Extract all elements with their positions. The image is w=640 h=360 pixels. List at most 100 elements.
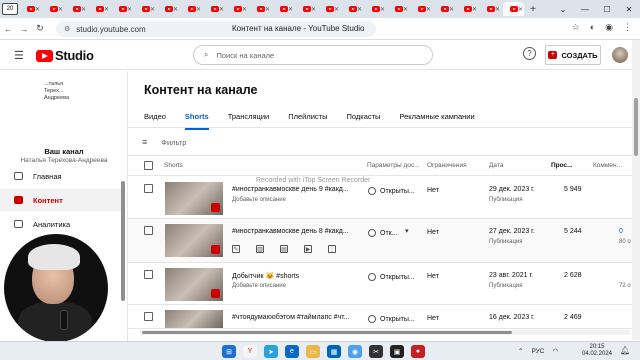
channel-search-input[interactable]: ⌕ Поиск на канале bbox=[193, 45, 433, 65]
video-thumbnail[interactable] bbox=[165, 224, 223, 257]
telegram-icon[interactable]: ➤ bbox=[264, 345, 278, 358]
sidebar-item-content[interactable]: Контент bbox=[0, 189, 124, 211]
close-tab-icon[interactable]: ✕ bbox=[265, 6, 270, 13]
video-title[interactable]: #иностранкавмоскве день 8 #какд... bbox=[232, 228, 349, 235]
chrome-icon[interactable]: ◉ bbox=[348, 345, 362, 358]
close-tab-icon[interactable]: ✕ bbox=[380, 6, 385, 13]
browser-tab[interactable]: ✕ bbox=[250, 2, 271, 16]
tray-chevron-icon[interactable]: ⌃ bbox=[518, 347, 523, 355]
windows-start-icon[interactable]: ⊞ bbox=[222, 345, 236, 358]
filter-icon[interactable]: ≡ bbox=[142, 137, 147, 147]
column-header-shorts[interactable]: Shorts bbox=[164, 162, 183, 169]
browser-tab[interactable]: ✕ bbox=[273, 2, 294, 16]
close-tab-icon[interactable]: ✕ bbox=[426, 6, 431, 13]
yandex-browser-icon[interactable]: Y bbox=[243, 345, 257, 358]
page-scrollbar-thumb[interactable] bbox=[634, 98, 638, 156]
browser-tab[interactable]: ✕ bbox=[181, 2, 202, 16]
youtube-view-icon[interactable]: ▶ bbox=[304, 245, 312, 253]
extensions-icon[interactable]: ◐ bbox=[590, 22, 595, 33]
close-tab-icon[interactable]: ✕ bbox=[472, 6, 477, 13]
video-title[interactable]: Добытчик 🐱 #shorts bbox=[232, 272, 299, 280]
column-header-visibility[interactable]: Параметры дос... bbox=[367, 162, 420, 169]
reload-icon[interactable]: ↻ bbox=[32, 23, 48, 34]
video-title[interactable]: #чтоядумаюобэтом #таймлапс #чт... bbox=[232, 314, 350, 321]
row-checkbox[interactable] bbox=[144, 184, 153, 193]
new-tab-button[interactable]: + bbox=[526, 4, 540, 15]
browser-tab[interactable]: ✕ bbox=[388, 2, 409, 16]
close-tab-icon[interactable]: ✕ bbox=[357, 6, 362, 13]
close-tab-icon[interactable]: ✕ bbox=[242, 6, 247, 13]
close-tab-icon[interactable]: ✕ bbox=[495, 6, 500, 13]
browser-tab[interactable]: ✕ bbox=[43, 2, 64, 16]
close-tab-icon[interactable]: ✕ bbox=[518, 6, 523, 13]
tab-search-icon[interactable]: ⌄ bbox=[552, 0, 574, 18]
browser-tab[interactable]: ✕ bbox=[457, 2, 478, 16]
visibility-cell[interactable]: Открыты... bbox=[368, 273, 415, 281]
video-thumbnail[interactable] bbox=[165, 268, 223, 301]
table-row[interactable]: #чтоядумаюобэтом #таймлапс #чт... Открыт… bbox=[128, 305, 632, 329]
capcut-icon[interactable]: ✂ bbox=[369, 345, 383, 358]
table-row[interactable]: #иностранкавмоскве день 9 #какд... Добав… bbox=[128, 177, 632, 219]
menu-dots-icon[interactable]: ⋮ bbox=[623, 22, 632, 33]
bookmark-star-icon[interactable]: ☆ bbox=[572, 22, 580, 33]
tab-counter[interactable]: 20 bbox=[2, 3, 18, 15]
column-header-comments[interactable]: Коммен... bbox=[593, 162, 622, 169]
close-tab-icon[interactable]: ✕ bbox=[35, 6, 40, 13]
browser-tab[interactable]: ✕ bbox=[434, 2, 455, 16]
browser-tab[interactable]: ✕ bbox=[20, 2, 41, 16]
video-thumbnail[interactable] bbox=[165, 182, 223, 215]
comments-icon[interactable]: ▤ bbox=[280, 245, 288, 253]
video-thumbnail[interactable] bbox=[165, 310, 223, 328]
row-checkbox[interactable] bbox=[144, 226, 153, 235]
browser-tab[interactable]: ✕ bbox=[66, 2, 87, 16]
close-tab-icon[interactable]: ✕ bbox=[104, 6, 109, 13]
minimize-icon[interactable]: — bbox=[574, 0, 596, 18]
row-checkbox[interactable] bbox=[144, 312, 153, 321]
scrollbar-thumb[interactable] bbox=[142, 331, 512, 334]
sidebar-item-dashboard[interactable]: Главная bbox=[0, 165, 124, 187]
channel-avatar-alt-text[interactable]: ...талья Терех... Андреева bbox=[44, 81, 84, 102]
taskbar-clock[interactable]: 20:15 04.02.2024 bbox=[580, 344, 614, 358]
browser-tab[interactable]: ✕ bbox=[112, 2, 133, 16]
file-explorer-icon[interactable]: ▭ bbox=[306, 345, 320, 358]
browser-tab-active[interactable]: ✕ bbox=[503, 2, 524, 16]
select-all-checkbox[interactable] bbox=[144, 161, 153, 170]
sidebar-item-analytics[interactable]: Аналитика bbox=[0, 213, 124, 235]
site-info-icon[interactable]: ⚙ bbox=[64, 25, 70, 33]
more-options-icon[interactable]: ⋮ bbox=[328, 245, 336, 253]
filter-bar[interactable]: ≡ Фильтр bbox=[142, 137, 186, 147]
recorder-app-icon[interactable]: ● bbox=[411, 345, 425, 358]
comments-count[interactable]: 0 bbox=[619, 228, 623, 235]
browser-tab[interactable]: ✕ bbox=[227, 2, 248, 16]
horizontal-scrollbar[interactable] bbox=[140, 330, 632, 335]
column-header-views[interactable]: Прос... bbox=[551, 162, 573, 169]
close-tab-icon[interactable]: ✕ bbox=[449, 6, 454, 13]
column-header-restrictions[interactable]: Ограничения bbox=[427, 162, 467, 169]
edge-icon[interactable]: e bbox=[285, 345, 299, 358]
table-row[interactable]: Добытчик 🐱 #shorts Добавьте описание Отк… bbox=[128, 263, 632, 305]
visibility-cell[interactable]: Отк... bbox=[368, 229, 398, 237]
profile-icon[interactable]: ◉ bbox=[605, 22, 613, 33]
close-tab-icon[interactable]: ✕ bbox=[334, 6, 339, 13]
close-tab-icon[interactable]: ✕ bbox=[81, 6, 86, 13]
close-tab-icon[interactable]: ✕ bbox=[311, 6, 316, 13]
browser-tab[interactable]: ✕ bbox=[89, 2, 110, 16]
close-tab-icon[interactable]: ✕ bbox=[196, 6, 201, 13]
maximize-icon[interactable]: ☐ bbox=[596, 0, 618, 18]
sidebar-scrollbar[interactable] bbox=[121, 181, 125, 301]
close-tab-icon[interactable]: ✕ bbox=[58, 6, 63, 13]
back-icon[interactable]: ← bbox=[0, 24, 16, 34]
page-scrollbar[interactable] bbox=[632, 40, 640, 340]
close-tab-icon[interactable]: ✕ bbox=[219, 6, 224, 13]
browser-tab[interactable]: ✕ bbox=[296, 2, 317, 16]
browser-tab[interactable]: ✕ bbox=[158, 2, 179, 16]
close-tab-icon[interactable]: ✕ bbox=[127, 6, 132, 13]
account-avatar[interactable] bbox=[612, 47, 628, 63]
edit-pencil-icon[interactable]: ✎ bbox=[232, 245, 240, 253]
analytics-icon[interactable]: ▥ bbox=[256, 245, 264, 253]
browser-tab[interactable]: ✕ bbox=[135, 2, 156, 16]
visibility-cell[interactable]: Открыты... bbox=[368, 187, 415, 195]
browser-tab[interactable]: ✕ bbox=[342, 2, 363, 16]
visibility-cell[interactable]: Открыты... bbox=[368, 315, 415, 323]
column-header-date[interactable]: Дата bbox=[489, 162, 503, 169]
